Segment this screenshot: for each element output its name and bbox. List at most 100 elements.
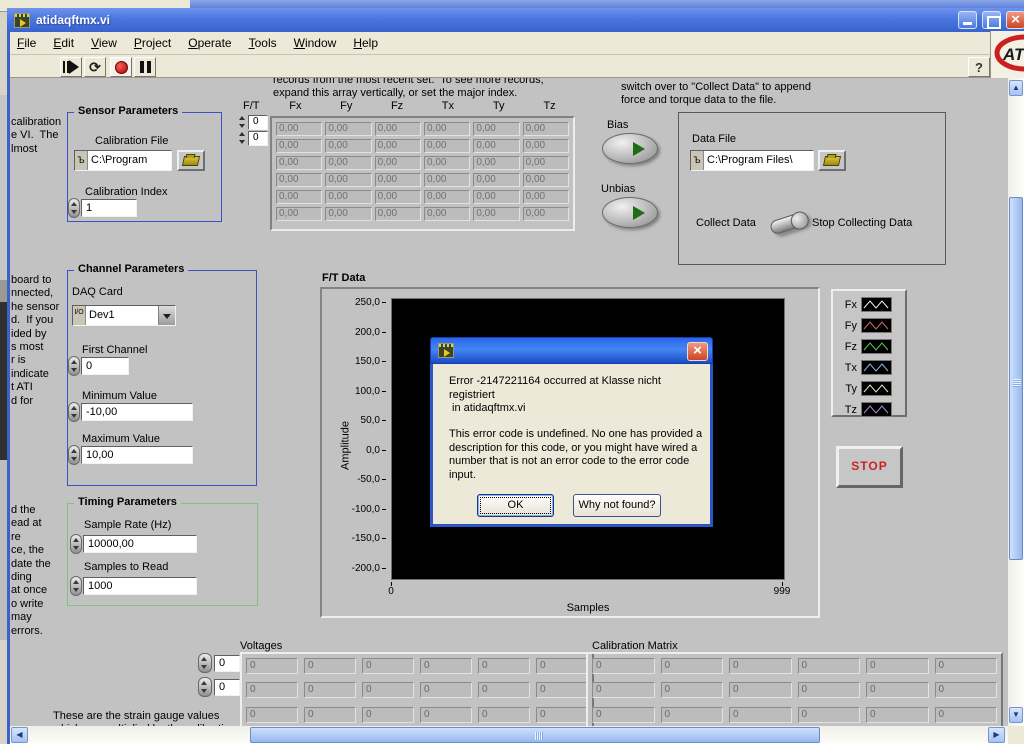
labview-vi-icon	[14, 12, 30, 28]
ft-cell: 0,00	[423, 122, 471, 136]
graph-title: F/T Data	[322, 272, 366, 284]
samples-to-read-field[interactable]: 1000	[83, 577, 197, 595]
legend-item[interactable]: Fx	[835, 294, 905, 315]
x-tick-label: 999	[762, 582, 802, 597]
menu-project[interactable]: Project	[134, 36, 171, 50]
ft-cell: 0,00	[423, 207, 471, 221]
scroll-down-icon[interactable]: ▼	[1009, 707, 1023, 723]
path-type-icon: Ъ	[691, 151, 704, 170]
scroll-up-icon[interactable]: ▲	[1009, 80, 1023, 96]
menu-operate[interactable]: Operate	[188, 36, 231, 50]
y-tick-label: 250,0	[355, 297, 386, 308]
menubar: File Edit View Project Operate Tools Win…	[10, 32, 990, 55]
voltage-cell: 0	[536, 706, 588, 723]
maximum-value-spinner[interactable]	[68, 445, 80, 465]
browse-data-file-button[interactable]	[818, 150, 846, 171]
legend-item[interactable]: Fz	[835, 336, 905, 357]
legend-item[interactable]: Ty	[835, 378, 905, 399]
data-file-input[interactable]: Ъ C:\Program Files\	[690, 150, 814, 171]
run-continuous-button[interactable]: ⟳	[84, 57, 106, 77]
menu-file[interactable]: File	[17, 36, 36, 50]
ft-index-value[interactable]: 0	[248, 115, 268, 130]
plot-legend: Fx Fy Fz Tx Ty Tz	[831, 289, 907, 417]
sample-rate-spinner[interactable]	[70, 534, 82, 554]
maximum-value-label: Maximum Value	[82, 433, 161, 445]
y-tick-label: -150,0	[352, 533, 386, 544]
first-channel-value[interactable]: 0	[81, 357, 129, 375]
minimum-value-spinner[interactable]	[68, 402, 80, 422]
minimum-value-field[interactable]: -10,00	[81, 403, 193, 421]
calibration-file-label: Calibration File	[95, 135, 169, 147]
scroll-right-icon[interactable]: ▶	[988, 727, 1005, 743]
horizontal-scroll-thumb[interactable]	[250, 727, 820, 743]
menu-help[interactable]: Help	[353, 36, 378, 50]
ft-index-spinner[interactable]	[238, 131, 247, 145]
minimize-button[interactable]	[958, 11, 977, 29]
channel-parameters-title: Channel Parameters	[74, 263, 189, 275]
y-tick-label: 200,0	[355, 327, 386, 338]
folder-icon	[181, 155, 201, 166]
svg-text:ATI: ATI	[1002, 45, 1024, 64]
browse-calibration-file-button[interactable]	[177, 150, 205, 171]
vertical-scroll-thumb[interactable]	[1009, 197, 1023, 560]
calibration-index-value[interactable]: 1	[81, 199, 137, 217]
voltages-index-spinner[interactable]	[198, 653, 212, 673]
error-dialog-titlebar[interactable]	[430, 337, 713, 364]
ft-index-value[interactable]: 0	[248, 131, 268, 146]
daq-card-dropdown[interactable]: I/O Dev1	[72, 305, 176, 326]
samples-to-read-spinner[interactable]	[70, 576, 82, 596]
ft-cell: 0,00	[374, 139, 421, 153]
first-channel-spinner[interactable]	[68, 356, 80, 376]
calibration-cell: 0	[660, 706, 723, 723]
collect-data-label: Collect Data	[696, 217, 756, 229]
ft-cell: 0,00	[522, 156, 569, 170]
menu-tools[interactable]: Tools	[249, 36, 277, 50]
vertical-scrollbar[interactable]: ▲ ▼	[1008, 78, 1024, 726]
strain-gauge-note: These are the strain gauge valueswhich a…	[53, 710, 236, 726]
close-button[interactable]	[1006, 11, 1024, 29]
legend-item[interactable]: Tx	[835, 357, 905, 378]
minimum-value-label: Minimum Value	[82, 390, 157, 402]
scroll-left-icon[interactable]: ◀	[11, 727, 28, 743]
dropdown-arrow-icon[interactable]	[158, 306, 175, 325]
ft-index-spinner[interactable]	[238, 115, 247, 129]
dialog-close-button[interactable]	[687, 342, 708, 361]
io-type-icon: I/O	[73, 306, 86, 325]
calibration-cell: 0	[797, 682, 860, 699]
legend-item[interactable]: Tz	[835, 399, 905, 420]
resize-corner[interactable]	[1008, 726, 1024, 744]
ft-column-header: Tz	[543, 100, 556, 112]
pause-button[interactable]	[134, 57, 156, 77]
maximum-value-field[interactable]: 10,00	[81, 446, 193, 464]
menu-edit[interactable]: Edit	[53, 36, 74, 50]
why-not-found-button[interactable]: Why not found?	[573, 494, 661, 517]
menu-window[interactable]: Window	[294, 36, 337, 50]
run-button[interactable]	[60, 57, 82, 77]
voltages-index-value[interactable]: 0	[214, 655, 240, 672]
maximize-button[interactable]	[982, 11, 1001, 29]
legend-item[interactable]: Fy	[835, 315, 905, 336]
voltages-index-value[interactable]: 0	[214, 679, 240, 696]
voltages-index-spinner[interactable]	[198, 677, 212, 697]
unbias-button[interactable]	[602, 197, 658, 228]
timing-parameters-title: Timing Parameters	[74, 496, 181, 508]
sample-rate-field[interactable]: 10000,00	[83, 535, 197, 553]
calibration-file-input[interactable]: Ъ C:\Program	[74, 150, 172, 171]
ft-cell: 0,00	[374, 207, 421, 221]
context-help-button[interactable]: ?	[968, 57, 990, 77]
titlebar[interactable]: atidaqftmx.vi	[7, 8, 1024, 32]
horizontal-scrollbar[interactable]: ◀ ▶	[10, 726, 1008, 744]
abort-button[interactable]	[110, 57, 132, 77]
menu-view[interactable]: View	[91, 36, 117, 50]
ft-column-header: Fz	[390, 100, 404, 112]
ok-button[interactable]: OK	[477, 494, 554, 517]
ft-cell: 0,00	[473, 122, 520, 136]
bias-button[interactable]	[602, 133, 658, 164]
ft-cell: 0,00	[423, 190, 471, 204]
ft-cell: 0,00	[473, 207, 520, 221]
calibration-index-spinner[interactable]	[68, 198, 80, 218]
voltage-cell: 0	[536, 682, 588, 699]
stop-button[interactable]: STOP	[836, 446, 903, 488]
y-tick-label: 0,0	[366, 445, 386, 456]
x-tick-label: 0	[381, 582, 401, 597]
